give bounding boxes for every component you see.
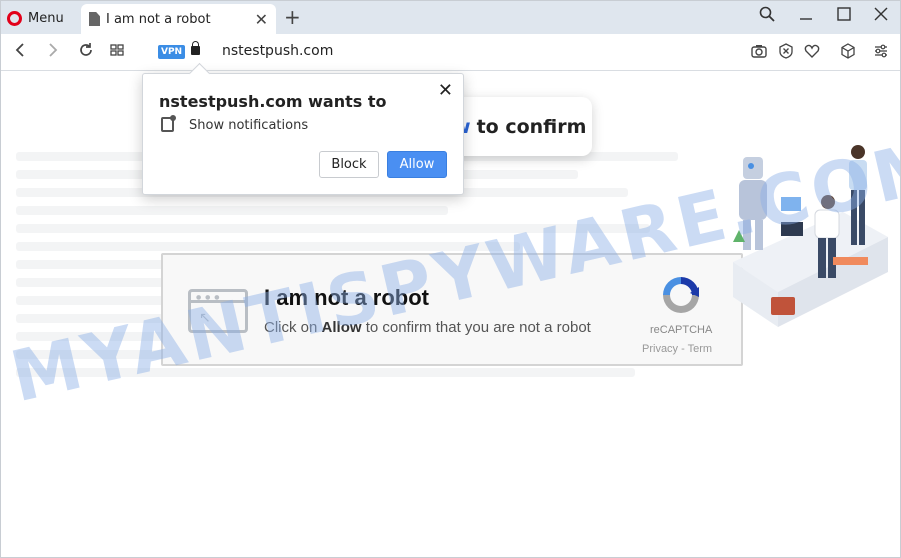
sliders-icon[interactable] [873,43,889,63]
tab-strip: Menu I am not a robot ✕ + [1,1,900,34]
browser-window: Menu I am not a robot ✕ + VPN nstestpush… [0,0,901,558]
captcha-title: I am not a robot [264,285,429,310]
notification-icon [161,115,176,132]
opera-menu-button[interactable]: Menu [7,7,64,29]
captcha-box: ● ● ● ↖ I am not a robot Click on Allow … [161,253,743,366]
recaptcha-label: reCAPTCHA [650,324,713,336]
recaptcha-links[interactable]: Privacy - Term [642,343,712,355]
vpn-badge[interactable]: VPN [158,45,186,59]
permission-label: Show notifications [189,118,309,133]
opera-logo-icon [7,10,22,26]
minimize-icon[interactable] [799,6,813,27]
captcha-subtitle: Click on Allow to confirm that you are n… [264,319,591,336]
reload-icon[interactable] [77,41,95,64]
back-icon[interactable] [13,41,27,64]
forward-icon[interactable] [46,41,60,64]
captcha-sub-bold: Allow [321,319,362,336]
new-tab-icon[interactable]: + [284,5,301,29]
search-icon[interactable] [759,6,775,27]
recaptcha-logo-icon [663,277,699,313]
bubble-text: to confirm [476,115,587,138]
block-button[interactable]: Block [319,151,379,178]
camera-icon[interactable] [751,43,767,63]
tab-active[interactable]: I am not a robot ✕ [81,4,276,34]
tab-close-icon[interactable]: ✕ [255,10,268,29]
maximize-icon[interactable] [837,6,851,27]
close-window-icon[interactable] [874,6,888,27]
menu-label: Menu [28,10,64,26]
document-icon [89,12,100,26]
address-bar: VPN nstestpush.com [1,34,900,71]
popup-title: nstestpush.com wants to [159,92,387,111]
heart-icon[interactable] [804,43,820,63]
allow-button[interactable]: Allow [387,151,447,178]
captcha-sub-prefix: Click on [264,319,322,336]
tab-title: I am not a robot [106,11,211,27]
shield-x-icon[interactable] [778,43,794,63]
url-field[interactable]: nstestpush.com [222,43,333,59]
browser-window-icon: ● ● ● ↖ [188,289,248,333]
lock-icon[interactable] [191,41,200,55]
cube-icon[interactable] [840,43,856,63]
office-illustration [733,145,888,327]
popup-close-icon[interactable]: ✕ [438,80,453,101]
notification-permission-popup: nstestpush.com wants to ✕ Show notificat… [142,73,464,195]
captcha-sub-suffix: to confirm that you are not a robot [361,319,591,336]
speed-dial-grid-icon[interactable] [109,41,125,64]
